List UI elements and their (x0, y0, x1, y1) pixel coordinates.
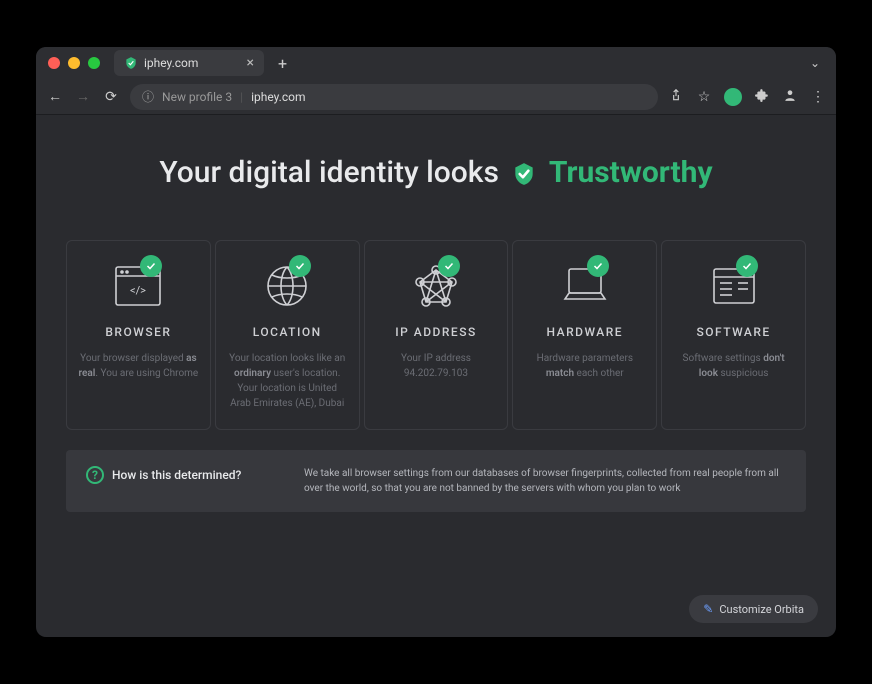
browser-toolbar: ← → ⟳ ⓘ New profile 3 | iphey.com ☆ ⋮ (36, 79, 836, 115)
status-cards: </> BROWSER Your browser displayed as re… (66, 240, 806, 430)
tabs-menu-chevron-icon[interactable]: ⌄ (806, 56, 824, 70)
tab-close-icon[interactable]: × (247, 55, 254, 71)
toolbar-right: ☆ ⋮ (668, 88, 826, 106)
reload-button[interactable]: ⟳ (102, 89, 120, 105)
info-question: How is this determined? (112, 468, 241, 482)
card-software[interactable]: SOFTWARE Software settings don't look su… (661, 240, 806, 430)
browser-tab[interactable]: iphey.com × (114, 50, 264, 76)
card-browser[interactable]: </> BROWSER Your browser displayed as re… (66, 240, 211, 430)
profile-avatar-icon[interactable] (724, 88, 742, 106)
shield-icon (511, 160, 537, 186)
tab-favicon (124, 56, 138, 70)
profile-label: New profile 3 (162, 90, 232, 104)
card-title: IP ADDRESS (375, 325, 498, 339)
window-titlebar: iphey.com × + ⌄ (36, 47, 836, 79)
card-desc: Your IP address 94.202.79.103 (375, 351, 498, 381)
window-maximize-button[interactable] (88, 57, 100, 69)
check-badge-icon (438, 255, 460, 277)
back-button[interactable]: ← (46, 88, 64, 105)
headline-prefix: Your digital identity looks (159, 155, 498, 190)
card-desc: Hardware parameters match each other (523, 351, 646, 381)
bookmark-star-icon[interactable]: ☆ (696, 89, 712, 105)
network-icon (406, 261, 466, 311)
share-icon[interactable] (668, 88, 684, 106)
info-question-group: ? How is this determined? (86, 466, 286, 484)
tab-title: iphey.com (144, 56, 198, 70)
customize-label: Customize Orbita (719, 603, 804, 616)
address-bar[interactable]: ⓘ New profile 3 | iphey.com (130, 84, 658, 110)
headline: Your digital identity looks Trustworthy (66, 155, 806, 190)
card-title: HARDWARE (523, 325, 646, 339)
globe-icon (257, 261, 317, 311)
site-info-icon[interactable]: ⓘ (142, 88, 154, 105)
settings-list-icon (704, 261, 764, 311)
svg-text:</>: </> (130, 284, 146, 297)
check-badge-icon (587, 255, 609, 277)
card-desc: Your location looks like an ordinary use… (226, 351, 349, 411)
card-title: BROWSER (77, 325, 200, 339)
card-hardware[interactable]: HARDWARE Hardware parameters match each … (512, 240, 657, 430)
pencil-icon: ✎ (703, 602, 713, 616)
headline-status: Trustworthy (549, 155, 713, 190)
info-bar: ? How is this determined? We take all br… (66, 450, 806, 512)
browser-window: iphey.com × + ⌄ ← → ⟳ ⓘ New profile 3 | … (36, 47, 836, 637)
card-desc: Software settings don't look suspicious (672, 351, 795, 381)
card-location[interactable]: LOCATION Your location looks like an ord… (215, 240, 360, 430)
page-content: Your digital identity looks Trustworthy … (36, 115, 836, 637)
browser-window-icon: </> (108, 261, 168, 311)
card-title: SOFTWARE (672, 325, 795, 339)
forward-button[interactable]: → (74, 88, 92, 105)
window-minimize-button[interactable] (68, 57, 80, 69)
traffic-lights (48, 57, 100, 69)
card-ip[interactable]: IP ADDRESS Your IP address 94.202.79.103 (364, 240, 509, 430)
user-icon[interactable] (782, 88, 798, 106)
card-title: LOCATION (226, 325, 349, 339)
extensions-icon[interactable] (754, 88, 770, 106)
card-desc: Your browser displayed as real. You are … (77, 351, 200, 381)
new-tab-button[interactable]: + (272, 54, 293, 73)
menu-dots-icon[interactable]: ⋮ (810, 89, 826, 105)
laptop-icon (555, 261, 615, 311)
url-text: iphey.com (251, 90, 305, 104)
info-answer: We take all browser settings from our da… (304, 466, 786, 496)
question-icon: ? (86, 466, 104, 484)
window-close-button[interactable] (48, 57, 60, 69)
customize-button[interactable]: ✎ Customize Orbita (689, 595, 818, 623)
check-badge-icon (736, 255, 758, 277)
